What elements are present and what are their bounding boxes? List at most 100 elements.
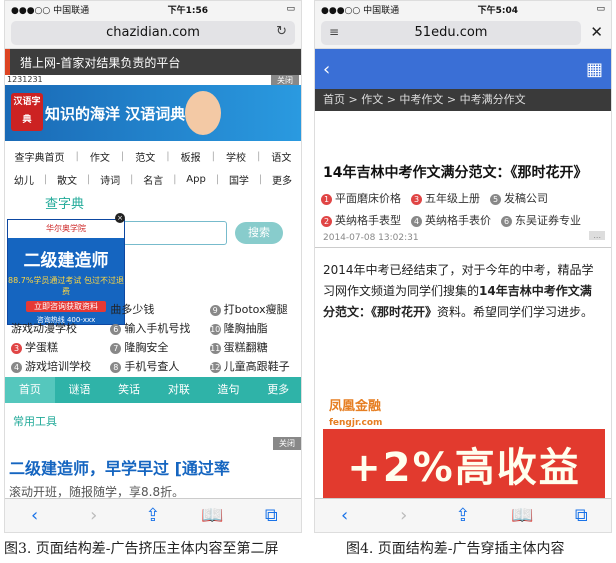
float-ad-sub: 88.7%学员通过考试 包过不过退费	[8, 276, 124, 296]
share-icon[interactable]: ⇪	[448, 505, 478, 526]
list-item[interactable]: 12 儿童高跟鞋子	[204, 358, 301, 374]
float-ad-head: 华尔奥学院	[8, 220, 124, 238]
address-bar: ≡ 51edu.com ✕	[315, 17, 611, 49]
bookmarks-icon[interactable]: 📖	[507, 505, 537, 526]
list-row: 曲多少钱 9 打botox瘦腿	[5, 299, 301, 318]
grid-menu-icon[interactable]: ▦	[586, 59, 603, 80]
list-item[interactable]: 9 打botox瘦腿	[204, 301, 301, 317]
close-ad-button[interactable]: 关闭	[273, 437, 301, 450]
status-bar: ●●●○○ 中国联通 下午5:04 ▭	[315, 1, 611, 17]
ad-link[interactable]: 2 英纳格手表型	[321, 212, 401, 228]
banner-text: 知识的海洋 汉语词典	[45, 104, 186, 123]
bottom-ad-title: 二级建造师，早学早过 [通过率	[9, 459, 230, 478]
hot-list: 曲多少钱 9 打botox瘦腿 游戏动漫学校 6 输入手机号找 10 隆胸抽脂 3 学蛋…	[5, 299, 301, 375]
tab[interactable]: 笑话	[104, 377, 154, 403]
list-item[interactable]: 7 隆胸安全	[104, 339, 203, 355]
forward-icon[interactable]: ›	[79, 505, 109, 526]
nav-row-2: 幼儿 | 散文 | 诗词 | 名言 | App | 国学 | 更多	[13, 172, 293, 187]
tab-home[interactable]: 首页	[5, 377, 55, 403]
phone-screenshot-left: ●●●○○ 中国联通 下午1:56 ▭ chazidian.com ↻ 猎上网-…	[4, 0, 302, 533]
nav-item[interactable]: 语文	[271, 149, 291, 164]
status-bar: ●●●○○ 中国联通 下午1:56 ▭	[5, 1, 301, 17]
list-item[interactable]: 游戏动漫学校	[5, 320, 104, 336]
address-bar: chazidian.com ↻	[5, 17, 301, 49]
nav-item[interactable]: 学校	[226, 149, 246, 164]
reload-icon[interactable]: ↻	[276, 24, 287, 39]
ad-link[interactable]: 5 发稿公司	[490, 190, 548, 206]
tab[interactable]: 谜语	[55, 377, 105, 403]
close-icon[interactable]: ✕	[590, 23, 603, 41]
reader-icon[interactable]: ≡	[329, 25, 339, 39]
dict-logo: 查字典	[45, 197, 85, 212]
ad-link[interactable]: 4 英纳格手表价	[411, 212, 491, 228]
search-input[interactable]	[123, 221, 227, 245]
back-icon[interactable]: ‹	[323, 59, 330, 80]
battery-icon: ▭	[596, 4, 605, 14]
dictionary-banner[interactable]: 汉语字典 知识的海洋 汉语词典	[5, 85, 301, 141]
list-item[interactable]: 6 输入手机号找	[104, 320, 203, 336]
ad-link[interactable]: 1 平面磨床价格	[321, 190, 401, 206]
forward-icon[interactable]: ›	[389, 505, 419, 526]
tabs-icon[interactable]: ⧉	[566, 505, 596, 526]
list-item[interactable]: 曲多少钱	[104, 301, 203, 317]
nav-item[interactable]: 名言	[143, 172, 163, 187]
list-row: 3 学蛋糕 7 隆胸安全 11 蛋糕翻糖	[5, 337, 301, 356]
dictionary-logo: 汉语字典	[11, 93, 43, 131]
bottom-ad[interactable]: 关闭 二级建造师，早学早过 [通过率 滚动开班，随报随学，享8.8折。	[5, 437, 301, 499]
list-item[interactable]: 10 隆胸抽脂	[204, 320, 301, 336]
share-buttons-icon[interactable]: ...	[589, 231, 605, 240]
nav-item[interactable]: 作文	[90, 149, 110, 164]
inline-ad[interactable]: 凤凰金融 fengjr.com +2%高收益	[323, 399, 605, 499]
tabs-icon[interactable]: ⧉	[256, 505, 286, 526]
tab[interactable]: 更多	[253, 377, 301, 403]
cartoon-girl-icon	[185, 91, 221, 135]
ad-links: 1 平面磨床价格 3 五年级上册 5 发稿公司 2 英纳格手表型 4 英纳格手表价 6 东吴…	[315, 187, 611, 231]
list-item[interactable]: 4 游戏培训学校	[5, 358, 104, 374]
share-icon[interactable]: ⇪	[138, 505, 168, 526]
nav-item[interactable]: 更多	[272, 172, 292, 187]
nav-item[interactable]: App	[186, 174, 206, 185]
inline-ad-head: 凤凰金融 fengjr.com	[323, 399, 605, 429]
carrier: ●●●○○ 中国联通	[321, 5, 400, 16]
breadcrumb[interactable]: 首页 > 作文 > 中考作文 > 中考满分作文	[315, 89, 611, 111]
carrier: ●●●○○ 中国联通	[11, 5, 90, 16]
browser-toolbar: ‹ › ⇪ 📖 ⧉	[315, 498, 611, 532]
url-field[interactable]: ≡ 51edu.com ✕	[321, 20, 603, 45]
ad-link[interactable]: 6 东吴证券专业	[501, 212, 581, 228]
tab[interactable]: 造句	[204, 377, 254, 403]
browser-toolbar: ‹ › ⇪ 📖 ⧉	[5, 498, 301, 532]
site-header: ‹ ▦	[315, 49, 611, 89]
nav-item[interactable]: 国学	[229, 172, 249, 187]
nav-row-1: 查字典首页 | 作文 | 范文 | 板报 | 学校 | 语文	[14, 149, 292, 164]
url-field[interactable]: chazidian.com ↻	[11, 20, 295, 45]
nav-item[interactable]: 范文	[135, 149, 155, 164]
site-nav: 查字典首页 | 作文 | 范文 | 板报 | 学校 | 语文 幼儿 | 散文 | 诗词 | 名言…	[5, 141, 301, 191]
float-ad-title: 二级建造师	[23, 251, 109, 271]
phone-screenshot-right: ●●●○○ 中国联通 下午5:04 ▭ ≡ 51edu.com ✕ ‹ ▦ 首页…	[314, 0, 612, 533]
tab[interactable]: 对联	[154, 377, 204, 403]
back-icon[interactable]: ‹	[20, 505, 50, 526]
article-date: 2014-07-08 13:02:31...	[315, 231, 611, 248]
list-item[interactable]: 8 手机号查人	[104, 358, 203, 374]
search-button[interactable]: 搜索	[235, 222, 283, 244]
bookmarks-icon[interactable]: 📖	[197, 505, 227, 526]
nav-item[interactable]: 散文	[57, 172, 77, 187]
inline-ad-big: +2%高收益	[347, 445, 581, 491]
ad-code-text: 1231231	[7, 75, 43, 84]
close-icon[interactable]: ×	[115, 213, 125, 223]
category-tabs: 首页 谜语 笑话 对联 造句 更多	[5, 377, 301, 403]
nav-item[interactable]: 诗词	[100, 172, 120, 187]
url-text: 51edu.com	[414, 25, 488, 40]
nav-item[interactable]: 查字典首页	[15, 149, 65, 164]
top-ad-banner[interactable]: 猎上网-首家对结果负责的平台	[5, 49, 301, 75]
link-row: 2 英纳格手表型 4 英纳格手表价 6 东吴证券专业	[321, 209, 605, 231]
back-icon[interactable]: ‹	[330, 505, 360, 526]
nav-item[interactable]: 幼儿	[14, 172, 34, 187]
nav-item[interactable]: 板报	[181, 149, 201, 164]
caption-left: 图3. 页面结构差-广告挤压主体内容至第二屏	[4, 541, 279, 557]
list-item[interactable]: 3 学蛋糕	[5, 339, 104, 355]
ad-link[interactable]: 3 五年级上册	[411, 190, 480, 206]
list-row: 4 游戏培训学校 8 手机号查人 12 儿童高跟鞋子	[5, 356, 301, 375]
list-item[interactable]: 11 蛋糕翻糖	[204, 339, 301, 355]
status-time: 下午5:04	[477, 5, 518, 16]
